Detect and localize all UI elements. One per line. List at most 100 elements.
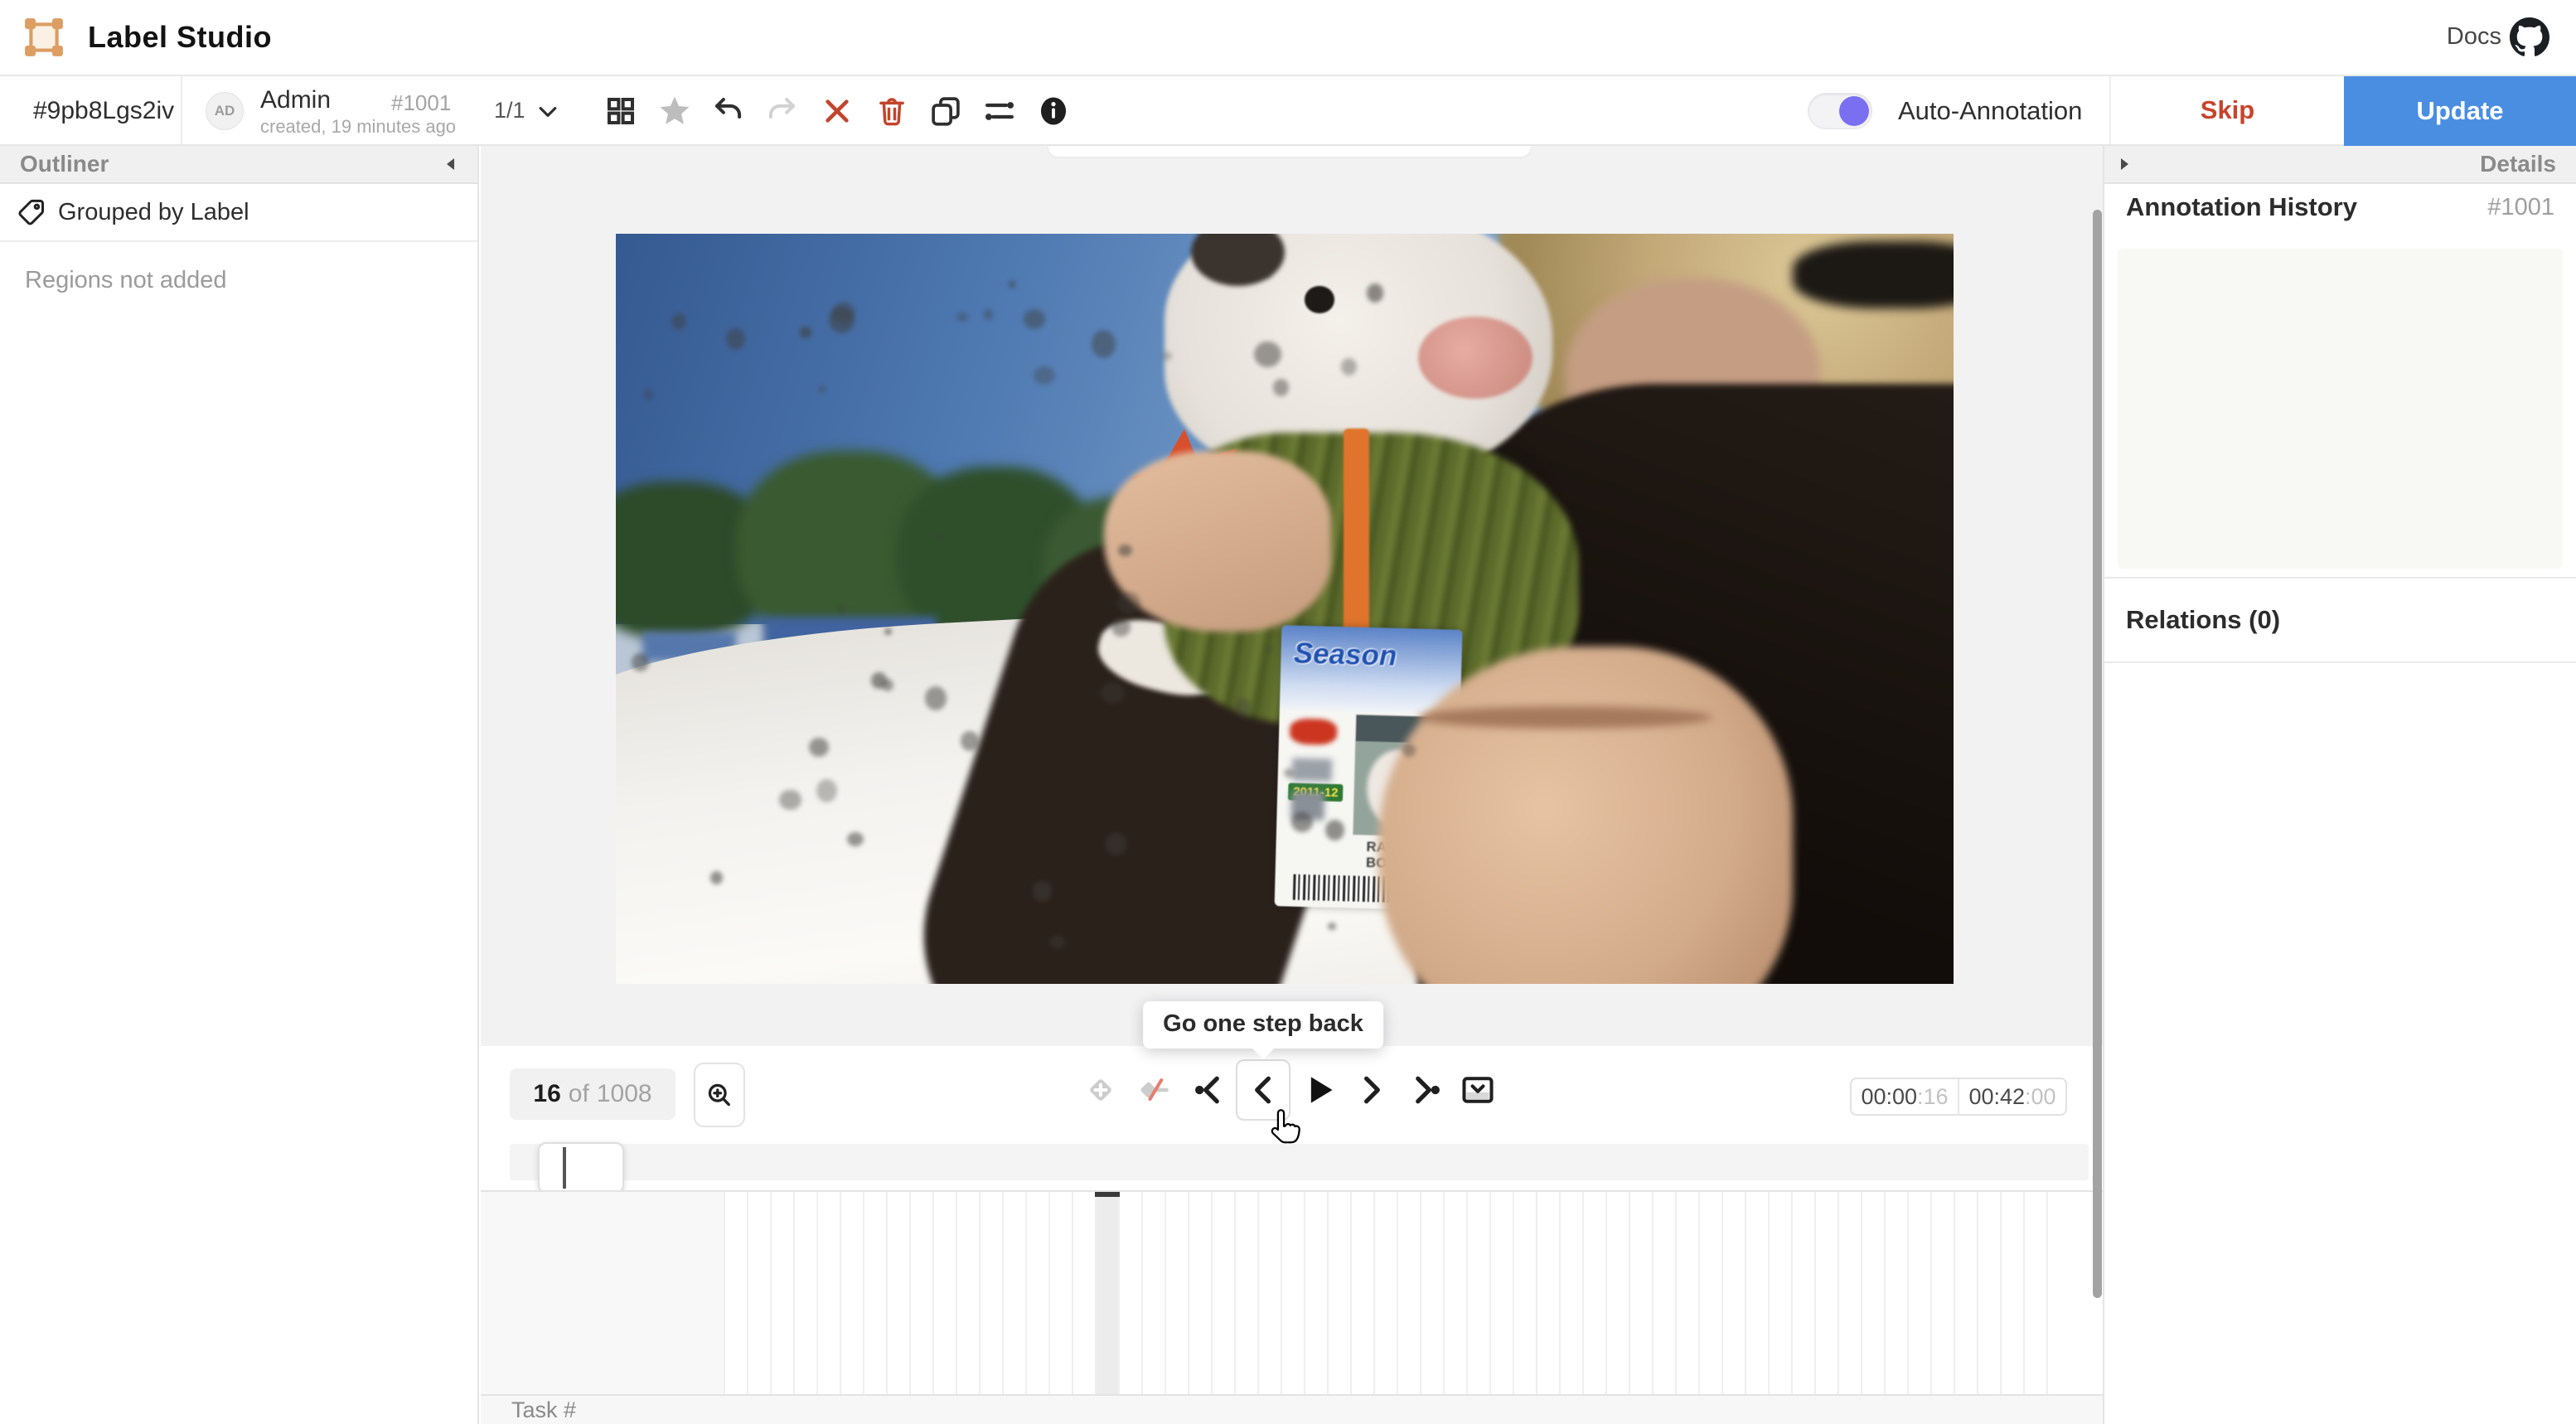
- timeline-playhead[interactable]: [1095, 1192, 1120, 1197]
- add-keyframe-button[interactable]: [1079, 1068, 1122, 1112]
- relations-section[interactable]: Relations (0): [2104, 577, 2576, 663]
- timeline-frame-column[interactable]: [2000, 1192, 2023, 1394]
- toggle-knob: [1839, 96, 1869, 126]
- timeline-frame-column[interactable]: [1954, 1192, 1977, 1394]
- play-button[interactable]: [1297, 1068, 1340, 1112]
- delete-annotation-button[interactable]: [874, 93, 910, 129]
- timeline-frame-column[interactable]: [1582, 1192, 1605, 1394]
- timeline-frame-column[interactable]: [1675, 1192, 1698, 1394]
- timeline-frame-column[interactable]: [1814, 1192, 1838, 1394]
- redo-button[interactable]: [763, 93, 800, 129]
- update-button[interactable]: Update: [2344, 76, 2576, 146]
- timeline-frame-column[interactable]: [2023, 1192, 2046, 1394]
- auto-annotation-toggle[interactable]: [1808, 93, 1872, 129]
- timeline-frame-column[interactable]: [1025, 1192, 1048, 1394]
- timeline-frame-column[interactable]: [1165, 1192, 1188, 1394]
- timeline-frame-column[interactable]: [793, 1192, 816, 1394]
- tag-icon: [17, 197, 46, 227]
- divider: [181, 76, 182, 144]
- timeline-frame-column[interactable]: [1977, 1192, 2000, 1394]
- timeline-frame-column[interactable]: [1513, 1192, 1536, 1394]
- frames-timeline[interactable]: [481, 1190, 2103, 1394]
- undo-button[interactable]: [710, 93, 747, 129]
- timeline-frame-column[interactable]: [863, 1192, 886, 1394]
- keyframe-interpolation-button[interactable]: [1133, 1068, 1176, 1112]
- timeline-frame-column[interactable]: [1211, 1192, 1234, 1394]
- timeline-frame-column[interactable]: [816, 1192, 840, 1394]
- timeline-frame-column[interactable]: [1327, 1192, 1350, 1394]
- github-icon[interactable]: [2510, 17, 2549, 57]
- info-button[interactable]: [1035, 93, 1072, 129]
- timeline-frame-column[interactable]: [1397, 1192, 1420, 1394]
- timeline-frame-column[interactable]: [1234, 1192, 1257, 1394]
- timeline-frame-column[interactable]: [2046, 1192, 2070, 1394]
- timeline-frame-column[interactable]: [1281, 1192, 1304, 1394]
- step-forward-button[interactable]: [1350, 1068, 1393, 1112]
- timeline-frame-column[interactable]: [770, 1192, 793, 1394]
- chevron-down-icon[interactable]: [535, 99, 560, 124]
- timeline-frame-column[interactable]: [1118, 1192, 1141, 1394]
- frame-counter[interactable]: 16 of 1008: [510, 1068, 675, 1120]
- timeline-frame-column[interactable]: [1930, 1192, 1954, 1394]
- timeline-frame-column[interactable]: [1420, 1192, 1443, 1394]
- timeline-frame-column[interactable]: [1095, 1192, 1118, 1394]
- timeline-frame-column[interactable]: [1605, 1192, 1629, 1394]
- timeline-frame-column[interactable]: [932, 1192, 956, 1394]
- timeline-frame-column[interactable]: [1721, 1192, 1745, 1394]
- timeline-frame-column[interactable]: [1048, 1192, 1072, 1394]
- timeline-frame-column[interactable]: [1698, 1192, 1721, 1394]
- timeline-frame-column[interactable]: [1884, 1192, 1907, 1394]
- collapse-left-icon[interactable]: [443, 156, 459, 172]
- reset-annotation-button[interactable]: [819, 93, 855, 129]
- timeline-frame-column[interactable]: [1907, 1192, 1930, 1394]
- annotation-history-title: Annotation History: [2126, 192, 2357, 222]
- grid-view-button[interactable]: [603, 93, 639, 129]
- settings-relations-icon[interactable]: [981, 93, 1018, 129]
- timeline-frame-column[interactable]: [1188, 1192, 1211, 1394]
- timeline-frame-column[interactable]: [1141, 1192, 1165, 1394]
- timeline-frame-column[interactable]: [724, 1192, 747, 1394]
- duplicate-annotation-button[interactable]: [927, 93, 964, 129]
- timeline-frame-column[interactable]: [1373, 1192, 1397, 1394]
- previous-keyframe-button[interactable]: [1189, 1068, 1232, 1112]
- timeline-frame-column[interactable]: [1559, 1192, 1582, 1394]
- current-time[interactable]: 00:00:16: [1852, 1079, 1958, 1114]
- step-back-icon[interactable]: [1242, 1068, 1285, 1112]
- timeline-frame-column[interactable]: [1466, 1192, 1489, 1394]
- timeline-frame-column[interactable]: [979, 1192, 1002, 1394]
- skip-button[interactable]: Skip: [2109, 76, 2344, 144]
- timeline-frame-column[interactable]: [1745, 1192, 1768, 1394]
- video-canvas[interactable]: Season Pass 2011-12 RATATOUILLEBOWERS: [616, 234, 1954, 984]
- timeline-frame-column[interactable]: [909, 1192, 932, 1394]
- zoom-in-button[interactable]: [694, 1063, 745, 1127]
- timeline-frame-column[interactable]: [1768, 1192, 1791, 1394]
- timeline-frame-column[interactable]: [1304, 1192, 1327, 1394]
- annotation-history-content: [2118, 249, 2563, 569]
- next-keyframe-button[interactable]: [1403, 1068, 1446, 1112]
- video-canvas-area: Season Pass 2011-12 RATATOUILLEBOWERS Go…: [481, 146, 2103, 1046]
- timeline-frame-column[interactable]: [1861, 1192, 1884, 1394]
- timeline-frame-column[interactable]: [1257, 1192, 1281, 1394]
- star-ground-truth-button[interactable]: [656, 93, 693, 129]
- vertical-scrollbar[interactable]: [2093, 210, 2102, 1298]
- timeline-frame-column[interactable]: [1652, 1192, 1675, 1394]
- timeline-frame-column[interactable]: [956, 1192, 979, 1394]
- expand-right-icon[interactable]: [2116, 156, 2133, 172]
- timeline-frame-column[interactable]: [840, 1192, 863, 1394]
- timeline-frame-column[interactable]: [1489, 1192, 1513, 1394]
- timeline-frame-column[interactable]: [1629, 1192, 1652, 1394]
- timeline-frame-column[interactable]: [1002, 1192, 1025, 1394]
- timeline-frame-column[interactable]: [1072, 1192, 1095, 1394]
- seek-viewport-handle[interactable]: [538, 1142, 624, 1194]
- timeline-frame-column[interactable]: [1536, 1192, 1559, 1394]
- toggle-timeline-button[interactable]: [1456, 1068, 1499, 1112]
- timeline-frame-column[interactable]: [1791, 1192, 1814, 1394]
- timeline-frame-column[interactable]: [1350, 1192, 1373, 1394]
- timeline-frame-column[interactable]: [1443, 1192, 1466, 1394]
- timeline-frame-column[interactable]: [747, 1192, 770, 1394]
- timeline-frame-column[interactable]: [1838, 1192, 1861, 1394]
- docs-link[interactable]: Docs: [2447, 23, 2501, 51]
- timeline-frame-column[interactable]: [886, 1192, 909, 1394]
- annotation-workspace: Season Pass 2011-12 RATATOUILLEBOWERS Go…: [481, 146, 2103, 1424]
- grouping-selector[interactable]: Grouped by Label: [0, 184, 477, 242]
